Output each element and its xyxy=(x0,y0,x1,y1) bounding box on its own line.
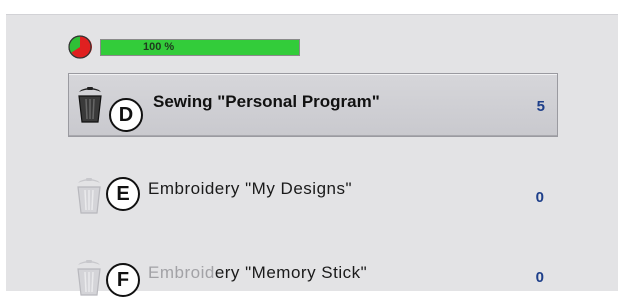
callout-marker: E xyxy=(106,177,140,211)
folder-label-faded: Embroid xyxy=(148,263,215,282)
folder-item-count: 0 xyxy=(535,269,544,286)
storage-progress-label: 100 % xyxy=(143,41,175,53)
trash-icon[interactable] xyxy=(76,86,104,124)
folder-label: Embroidery "My Designs" xyxy=(148,179,352,199)
folder-label: Sewing "Personal Program" xyxy=(153,92,380,112)
trash-icon[interactable] xyxy=(75,177,103,215)
folder-row-embroidery-memory-stick[interactable]: F Embroidery "Memory Stick" 0 xyxy=(68,245,558,305)
storage-screen: 100 % D Sewing "Personal Program" 5 E Em… xyxy=(6,14,618,297)
folder-row-embroidery-my-designs[interactable]: E Embroidery "My Designs" 0 xyxy=(68,165,558,225)
memory-usage-pie-icon xyxy=(68,35,92,59)
callout-marker: F xyxy=(106,263,140,297)
callout-marker: D xyxy=(109,98,143,132)
folder-label-text: Embroidery "My Designs" xyxy=(148,179,353,198)
folder-item-count: 5 xyxy=(536,98,545,115)
trash-icon[interactable] xyxy=(75,259,103,297)
folder-item-count: 0 xyxy=(535,189,544,206)
folder-label-text: Sewing "Personal Program" xyxy=(153,92,380,111)
storage-progress-bar: 100 % xyxy=(100,39,300,56)
folder-label: Embroidery "Memory Stick" xyxy=(148,263,367,283)
folder-row-sewing-personal-program[interactable]: D Sewing "Personal Program" 5 xyxy=(68,73,558,137)
storage-progress-fill xyxy=(101,40,299,55)
folder-label-text: ery "Memory Stick" xyxy=(214,263,368,282)
